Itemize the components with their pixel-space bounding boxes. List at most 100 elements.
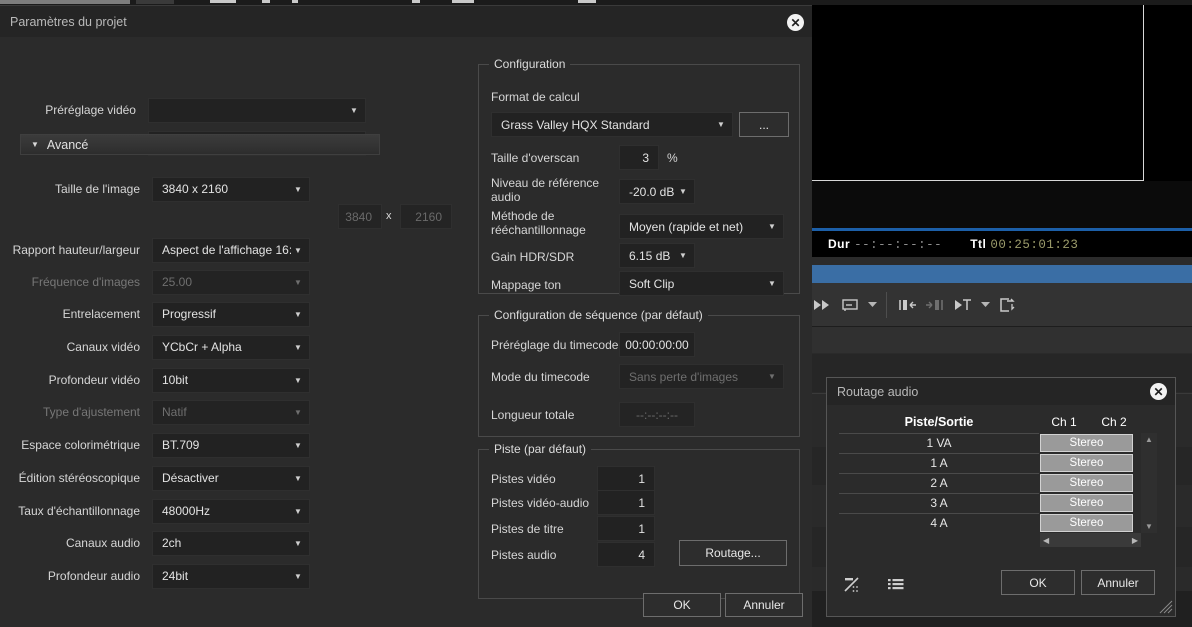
routing-table-horizontal-scrollbar[interactable]: ◀ ▶ [1040,533,1141,547]
table-row: 3 A Stereo [839,493,1165,513]
routing-matrix-icon[interactable] [843,576,865,596]
scroll-right-arrow-icon[interactable]: ▶ [1132,536,1138,545]
timeline-selection-bar [812,265,1192,283]
column-header-ch1: Ch 1 [1039,415,1089,429]
video-depth-combo[interactable]: 10bit ▼ [152,368,310,393]
audio-routing-dialog: Routage audio ✕ Piste/Sortie Ch 1 Ch 2 1… [826,377,1176,617]
row-track-name: 4 A [839,513,1039,533]
frame-width-field[interactable]: 3840 [338,204,382,229]
loop-playback-icon[interactable] [837,290,863,320]
table-row: 1 VA Stereo [839,433,1165,453]
routing-table-vertical-scrollbar[interactable]: ▲ ▼ [1141,433,1157,533]
sequence-config-group-legend: Configuration de séquence (par défaut) [489,308,708,322]
chevron-down-icon: ▼ [291,310,305,319]
set-in-dropdown-arrow-icon[interactable] [978,290,992,320]
sample-rate-combo[interactable]: 48000Hz ▼ [152,499,310,524]
routing-cancel-button[interactable]: Annuler [1081,570,1155,595]
tone-map-combo[interactable]: Soft Clip ▼ [619,271,784,296]
loop-dropdown-arrow-icon[interactable] [865,290,879,320]
row-frame-size: Taille de l'image 3840 x 2160 ▼ [0,176,330,202]
chevron-down-icon: ▼ [714,120,728,129]
row-track-name: 3 A [839,493,1039,513]
frame-size-value: 3840 x 2160 [162,182,291,196]
advanced-section-header[interactable]: ▼ Avancé [20,134,380,155]
row-frame-rate: Fréquence d'images 25.00 ▼ [0,269,330,295]
duration-readout: Dur --:--:--:-- [828,237,942,252]
fast-forward-icon[interactable] [809,290,835,320]
chevron-down-icon: ▼ [291,539,305,548]
stereoscopic-edit-label: Édition stéréoscopique [0,471,152,485]
overscan-field[interactable]: 3 [619,145,659,170]
ok-button[interactable]: OK [643,593,721,617]
scroll-down-arrow-icon[interactable]: ▼ [1141,520,1157,533]
dialog-titlebar: Paramètres du projet ✕ [0,6,812,37]
resize-grip-icon[interactable] [1159,600,1173,614]
audio-tracks-field[interactable]: 4 [597,542,655,567]
overscan-unit-label: % [667,151,678,165]
routing-ok-button[interactable]: OK [1001,570,1075,595]
advanced-section-label: Avancé [47,138,88,152]
close-icon[interactable]: ✕ [1150,383,1167,400]
scroll-up-arrow-icon[interactable]: ▲ [1141,433,1157,446]
timecode-mode-value: Sans perte d'images [629,370,765,384]
cancel-button[interactable]: Annuler [725,593,803,617]
fit-type-combo[interactable]: Natif ▼ [152,400,310,425]
set-in-point-icon[interactable] [950,290,976,320]
chevron-down-icon: ▼ [676,251,690,260]
chevron-down-icon: ▼ [291,408,305,417]
stereoscopic-edit-combo[interactable]: Désactiver ▼ [152,466,310,491]
routing-button[interactable]: Routage... [679,540,787,566]
trim-out-icon[interactable] [922,290,948,320]
row-track-name: 1 A [839,453,1039,473]
total-label: Ttl [970,237,986,251]
scroll-left-arrow-icon[interactable]: ◀ [1043,536,1049,545]
hdr-gain-combo[interactable]: 6.15 dB ▼ [619,243,695,268]
resample-combo[interactable]: Moyen (rapide et net) ▼ [619,214,784,239]
row-color-space: Espace colorimétrique BT.709 ▼ [0,432,330,458]
list-view-icon[interactable] [887,576,909,596]
resample-value: Moyen (rapide et net) [629,220,765,234]
chevron-down-icon: ▼ [676,187,690,196]
row-routing-mode[interactable]: Stereo [1040,434,1133,452]
video-preset-combo[interactable]: ▼ [148,98,366,123]
tone-map-label: Mappage ton [491,278,561,292]
track-group: Piste (par défaut) Pistes vidéo 1 Pistes… [478,449,800,599]
trim-in-icon[interactable] [894,290,920,320]
color-space-combo[interactable]: BT.709 ▼ [152,433,310,458]
audio-depth-label: Profondeur audio [0,569,152,583]
chevron-down-icon: ▼ [291,185,305,194]
row-routing-mode[interactable]: Stereo [1040,514,1133,532]
audio-depth-combo[interactable]: 24bit ▼ [152,564,310,589]
row-routing-mode[interactable]: Stereo [1040,494,1133,512]
title-tracks-field[interactable]: 1 [597,516,655,541]
audio-channels-combo[interactable]: 2ch ▼ [152,531,310,556]
render-format-browse-button[interactable]: ... [739,112,789,137]
export-to-file-icon[interactable] [994,290,1020,320]
frame-size-combo[interactable]: 3840 x 2160 ▼ [152,177,310,202]
routing-dialog-titlebar: Routage audio ✕ [827,378,1175,405]
row-video-preset: Préréglage vidéo ▼ [0,97,366,123]
video-tracks-field[interactable]: 1 [597,466,655,491]
video-channels-combo[interactable]: YCbCr + Alpha ▼ [152,335,310,360]
fit-type-label: Type d'ajustement [0,405,152,419]
aspect-ratio-combo[interactable]: Aspect de l'affichage 16:9 ▼ [152,238,310,263]
chevron-down-icon: ▼ [765,279,779,288]
video-depth-label: Profondeur vidéo [0,373,152,387]
timecode-bar: Dur --:--:--:-- Ttl 00:25:01:23 [812,231,1192,257]
audio-reference-combo[interactable]: -20.0 dB ▼ [619,179,695,204]
timecode-mode-combo[interactable]: Sans perte d'images ▼ [619,364,784,389]
row-routing-mode[interactable]: Stereo [1040,474,1133,492]
aspect-ratio-value: Aspect de l'affichage 16:9 [162,243,291,257]
chevron-down-icon: ▼ [291,246,305,255]
frame-rate-combo[interactable]: 25.00 ▼ [152,270,310,295]
sample-rate-value: 48000Hz [162,504,291,518]
row-track-name: 2 A [839,473,1039,493]
row-routing-mode[interactable]: Stereo [1040,454,1133,472]
frame-height-field[interactable]: 2160 [400,204,452,229]
interlacing-combo[interactable]: Progressif ▼ [152,302,310,327]
video-audio-tracks-field[interactable]: 1 [597,490,655,515]
timecode-preset-field[interactable]: 00:00:00:00 [619,332,695,357]
render-format-combo[interactable]: Grass Valley HQX Standard ▼ [491,112,733,137]
close-icon[interactable]: ✕ [787,14,804,31]
dialog-body: Préréglage vidéo ▼ Préréglage audio 48kH… [0,37,812,627]
